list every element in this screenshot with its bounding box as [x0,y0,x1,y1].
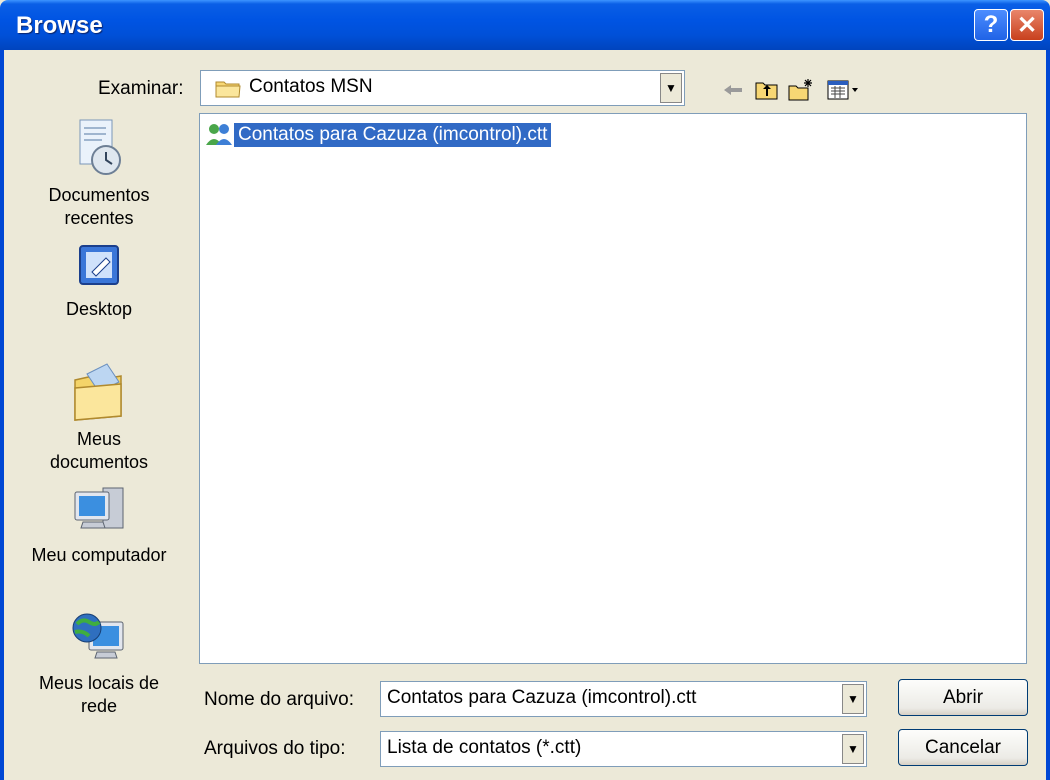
place-recent-documents-line2: recentes [64,208,134,228]
my-documents-icon [74,363,122,421]
lookin-dropdown[interactable]: Contatos MSN ▼ [200,70,685,106]
window-frame-left [0,50,4,780]
view-menu-icon[interactable] [826,78,862,102]
chevron-down-icon[interactable]: ▼ [660,73,682,103]
place-network-line2: rede [80,696,118,716]
up-folder-icon[interactable] [754,78,780,102]
window-title: Browse [16,12,103,39]
place-network[interactable]: Meus locais de rede [14,608,184,718]
title-bar[interactable]: Browse ? ✕ [0,0,1050,50]
file-name: Contatos para Cazuza (imcontrol).ctt [232,122,553,148]
browse-dialog: Browse ? ✕ Examinar: Contatos MSN ▼ Docu… [0,0,1050,780]
window-frame-right [1046,50,1050,780]
back-arrow-icon[interactable] [720,78,746,102]
place-recent-documents[interactable]: Documentos recentes [14,116,184,230]
desktop-icon [79,245,119,285]
place-my-computer-line1: Meu computador [31,545,167,565]
filetype-value: Lista de contatos (*.ctt) [387,737,582,758]
place-my-computer[interactable]: Meu computador [14,484,184,567]
place-desktop-line1: Desktop [65,299,133,319]
close-button[interactable]: ✕ [1010,9,1044,41]
place-network-line1: Meus locais de [38,673,160,693]
filename-value: Contatos para Cazuza (imcontrol).ctt [387,687,697,708]
filetype-label: Arquivos do tipo: [204,738,346,759]
filename-label: Nome do arquivo: [204,689,354,710]
list-item[interactable]: Contatos para Cazuza (imcontrol).ctt [204,120,553,150]
help-button[interactable]: ? [974,9,1008,41]
chevron-down-icon[interactable]: ▼ [842,734,864,764]
place-my-documents[interactable]: Meus documentos [14,360,184,474]
lookin-value: Contatos MSN [249,76,373,97]
cancel-button[interactable]: Cancelar [898,729,1028,766]
place-my-documents-line2: documentos [49,452,149,472]
file-list[interactable]: Contatos para Cazuza (imcontrol).ctt [199,113,1027,664]
open-button[interactable]: Abrir [898,679,1028,716]
filetype-dropdown[interactable]: Lista de contatos (*.ctt) ▼ [380,731,867,767]
recent-documents-icon [79,119,121,175]
network-places-icon [72,613,124,659]
place-my-documents-line1: Meus [76,429,121,449]
chevron-down-icon[interactable]: ▼ [842,684,864,714]
lookin-label: Examinar: [98,78,184,99]
new-folder-icon[interactable] [788,78,814,102]
my-computer-icon [74,487,124,529]
place-desktop[interactable]: Desktop [14,242,184,321]
filename-field[interactable]: Contatos para Cazuza (imcontrol).ctt ▼ [380,681,867,717]
place-recent-documents-line1: Documentos [48,185,150,205]
folder-icon [215,81,241,98]
msn-contacts-icon [206,124,232,145]
